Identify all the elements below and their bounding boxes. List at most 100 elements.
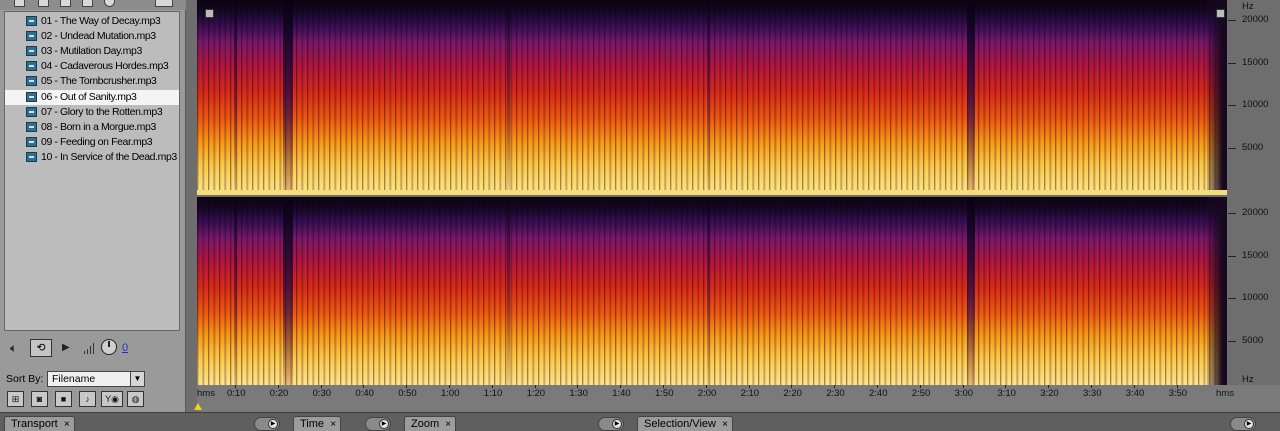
speaker-icon[interactable]: 🔈︎ bbox=[10, 341, 17, 355]
freq-tick: 15000 bbox=[1242, 250, 1269, 261]
loop-button[interactable]: ⟲ bbox=[30, 339, 52, 357]
files-toolbar bbox=[0, 0, 186, 10]
panel-grip-icon[interactable]: ▶ bbox=[1230, 417, 1256, 431]
sort-row: Sort By: Filename ▼ bbox=[6, 371, 182, 388]
close-icon[interactable]: × bbox=[330, 417, 336, 431]
file-item[interactable]: 04 - Cadaverous Hordes.mp3 bbox=[5, 59, 179, 74]
freq-unit: Hz bbox=[1242, 1, 1254, 12]
mp3-file-icon bbox=[26, 122, 37, 132]
open-file-icon[interactable] bbox=[14, 0, 25, 7]
volume-value[interactable]: 0 bbox=[122, 342, 128, 354]
autoplay-icon[interactable] bbox=[104, 0, 115, 7]
mp3-file-icon bbox=[26, 16, 37, 26]
time-unit: hms bbox=[197, 388, 215, 399]
panel-grip-icon[interactable]: ▶ bbox=[254, 417, 280, 431]
time-tick: 2:20 bbox=[783, 388, 802, 399]
stop-icon[interactable]: ■ bbox=[55, 391, 72, 407]
time-tick: 3:30 bbox=[1083, 388, 1102, 399]
time-tick: 0:30 bbox=[312, 388, 332, 399]
file-item[interactable]: 10 - In Service of the Dead.mp3 bbox=[5, 150, 179, 165]
time-unit: hms bbox=[1216, 388, 1234, 399]
right-channel-spectrogram[interactable] bbox=[197, 197, 1227, 385]
time-tick: 3:50 bbox=[1168, 388, 1188, 399]
mp3-file-icon bbox=[26, 137, 37, 147]
spectral-frequency-display[interactable]: Hz 20000 15000 10000 5000 20000 15000 10… bbox=[186, 0, 1280, 412]
close-file-icon[interactable] bbox=[38, 0, 49, 7]
tab-zoom[interactable]: Zoom × bbox=[404, 416, 457, 431]
freq-tick: 10000 bbox=[1242, 292, 1269, 303]
time-tick: 0:20 bbox=[269, 388, 289, 399]
time-tick: 2:50 bbox=[911, 388, 931, 399]
file-item-selected[interactable]: 06 - Out of Sanity.mp3 bbox=[5, 90, 179, 105]
preview-player: 🔈︎ ⟲ ▶ 0 bbox=[6, 338, 182, 362]
tab-selection-view[interactable]: Selection/View × bbox=[637, 416, 733, 431]
time-tick: 0:50 bbox=[398, 388, 417, 399]
time-tick: 2:30 bbox=[826, 388, 845, 399]
close-icon[interactable]: × bbox=[722, 417, 728, 431]
volume-level-icon bbox=[84, 343, 96, 354]
time-tick: 3:00 bbox=[954, 388, 974, 399]
tab-time[interactable]: Time × bbox=[293, 416, 342, 431]
freq-tick: 20000 bbox=[1242, 207, 1269, 218]
time-tick: 2:40 bbox=[869, 388, 888, 399]
time-tick: 1:50 bbox=[655, 388, 674, 399]
chevron-down-icon: ▼ bbox=[130, 372, 144, 386]
freq-tick: 20000 bbox=[1242, 14, 1269, 25]
zoom-corner-right-icon[interactable] bbox=[1216, 9, 1225, 18]
panel-tab-strip: Transport × ▶ Time × ▶ Zoom × ▶ Selection/V… bbox=[0, 412, 1280, 431]
loop-icon: ⟲ bbox=[36, 342, 46, 354]
freq-tick: 10000 bbox=[1242, 99, 1269, 110]
insert-icon[interactable]: ⊞ bbox=[7, 391, 24, 407]
tab-transport[interactable]: Transport × bbox=[4, 416, 75, 431]
save-icon[interactable] bbox=[60, 0, 71, 7]
panel-menu-icon[interactable] bbox=[155, 0, 173, 7]
files-panel: 01 - The Way of Decay.mp3 02 - Undead Mu… bbox=[0, 0, 186, 412]
freq-unit: Hz bbox=[1242, 374, 1254, 385]
play-icon[interactable]: ▶ bbox=[62, 341, 70, 355]
volume-knob-icon[interactable] bbox=[101, 339, 117, 355]
time-tick: 1:30 bbox=[569, 388, 588, 399]
file-item[interactable]: 05 - The Tombcrusher.mp3 bbox=[5, 74, 179, 89]
mp3-file-icon bbox=[26, 61, 37, 71]
mp3-file-icon bbox=[26, 31, 37, 41]
file-item[interactable]: 07 - Glory to the Rotten.mp3 bbox=[5, 105, 179, 120]
filter-icon[interactable]: Y◉ bbox=[101, 391, 123, 407]
mp3-file-icon bbox=[26, 76, 37, 86]
file-item[interactable]: 03 - Mutilation Day.mp3 bbox=[5, 44, 179, 59]
file-item[interactable]: 08 - Born in a Morgue.mp3 bbox=[5, 120, 179, 135]
channel-divider bbox=[197, 190, 1227, 195]
mp3-file-icon bbox=[26, 46, 37, 56]
mp3-file-icon bbox=[26, 152, 37, 162]
close-icon[interactable]: × bbox=[64, 417, 70, 431]
sort-value: Filename bbox=[52, 373, 96, 385]
frequency-scale-top: Hz 20000 15000 10000 5000 bbox=[1228, 0, 1280, 193]
cd-icon[interactable]: ◍ bbox=[127, 391, 144, 407]
panel-grip-icon[interactable]: ▶ bbox=[598, 417, 624, 431]
time-tick: 1:00 bbox=[441, 388, 460, 399]
freq-tick: 5000 bbox=[1242, 142, 1264, 153]
file-item[interactable]: 01 - The Way of Decay.mp3 bbox=[5, 14, 179, 29]
freq-tick: 15000 bbox=[1242, 57, 1269, 68]
time-tick: 2:10 bbox=[740, 388, 760, 399]
mute-icon[interactable]: ◙ bbox=[31, 391, 48, 407]
file-item[interactable]: 02 - Undead Mutation.mp3 bbox=[5, 29, 179, 44]
time-tick: 1:20 bbox=[526, 388, 546, 399]
left-channel-spectrogram[interactable] bbox=[197, 0, 1227, 193]
panel-grip-icon[interactable]: ▶ bbox=[365, 417, 391, 431]
properties-icon[interactable] bbox=[82, 0, 93, 7]
close-icon[interactable]: × bbox=[445, 417, 451, 431]
time-ruler[interactable]: hms hms 0:10 0:20 0:30 0:40 0:50 1:00 1:10 1:20… bbox=[197, 385, 1280, 412]
frequency-scale-bottom: 20000 15000 10000 5000 Hz bbox=[1228, 197, 1280, 385]
time-tick: 1:40 bbox=[612, 388, 631, 399]
sort-dropdown[interactable]: Filename ▼ bbox=[47, 371, 145, 387]
music-note-icon[interactable]: ♪ bbox=[79, 391, 96, 407]
mp3-file-icon bbox=[26, 107, 37, 117]
time-tick: 2:00 bbox=[697, 388, 717, 399]
time-tick: 3:20 bbox=[1040, 388, 1059, 399]
file-item[interactable]: 09 - Feeding on Fear.mp3 bbox=[5, 135, 179, 150]
time-tick: 0:40 bbox=[355, 388, 374, 399]
file-list[interactable]: 01 - The Way of Decay.mp3 02 - Undead Mu… bbox=[4, 11, 180, 331]
playhead-marker[interactable] bbox=[194, 403, 202, 410]
time-tick: 0:10 bbox=[227, 388, 246, 399]
zoom-corner-left-icon[interactable] bbox=[205, 9, 214, 18]
